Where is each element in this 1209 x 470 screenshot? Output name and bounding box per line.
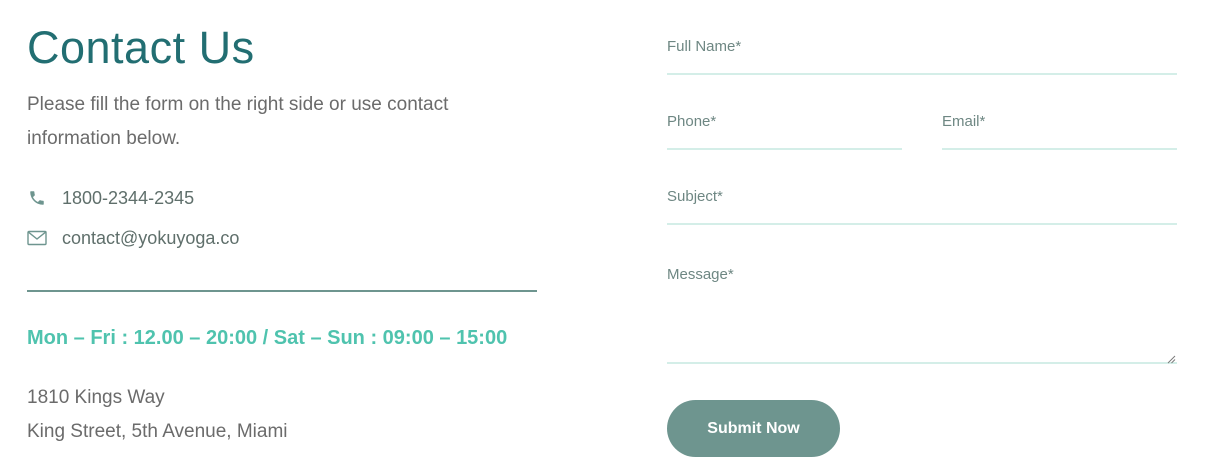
- phone-icon: [27, 188, 47, 208]
- address-line-1: 1810 Kings Way: [27, 387, 165, 408]
- message-label: Message*: [667, 266, 734, 283]
- email-contact: contact@yokuyoga.co: [27, 226, 239, 250]
- full-name-label: Full Name*: [667, 38, 742, 55]
- email-field[interactable]: Email*: [942, 103, 1177, 150]
- message-field[interactable]: Message*: [667, 256, 1177, 364]
- contact-page: Contact Us Please fill the form on the r…: [0, 0, 1209, 470]
- phone-field[interactable]: Phone*: [667, 103, 902, 150]
- submit-button[interactable]: Submit Now: [667, 400, 840, 457]
- phone-number[interactable]: 1800-2344-2345: [62, 188, 194, 209]
- phone-label: Phone*: [667, 113, 717, 130]
- email-address[interactable]: contact@yokuyoga.co: [62, 228, 239, 249]
- contact-form: Full Name* Phone* Email* Subject* Messag…: [667, 0, 1177, 470]
- subject-label: Subject*: [667, 188, 723, 205]
- intro-text: Please fill the form on the right side o…: [27, 94, 449, 149]
- address-line-2: King Street, 5th Avenue, Miami: [27, 421, 288, 442]
- phone-contact: 1800-2344-2345: [27, 186, 194, 210]
- page-title: Contact Us: [27, 22, 255, 73]
- full-name-field[interactable]: Full Name*: [667, 28, 1177, 75]
- mail-icon: [27, 228, 47, 248]
- section-divider: [27, 290, 537, 292]
- subject-field[interactable]: Subject*: [667, 178, 1177, 225]
- opening-hours: Mon – Fri : 12.00 – 20:00 / Sat – Sun : …: [27, 327, 508, 349]
- email-label: Email*: [942, 113, 986, 130]
- resize-handle-icon[interactable]: [1167, 351, 1176, 364]
